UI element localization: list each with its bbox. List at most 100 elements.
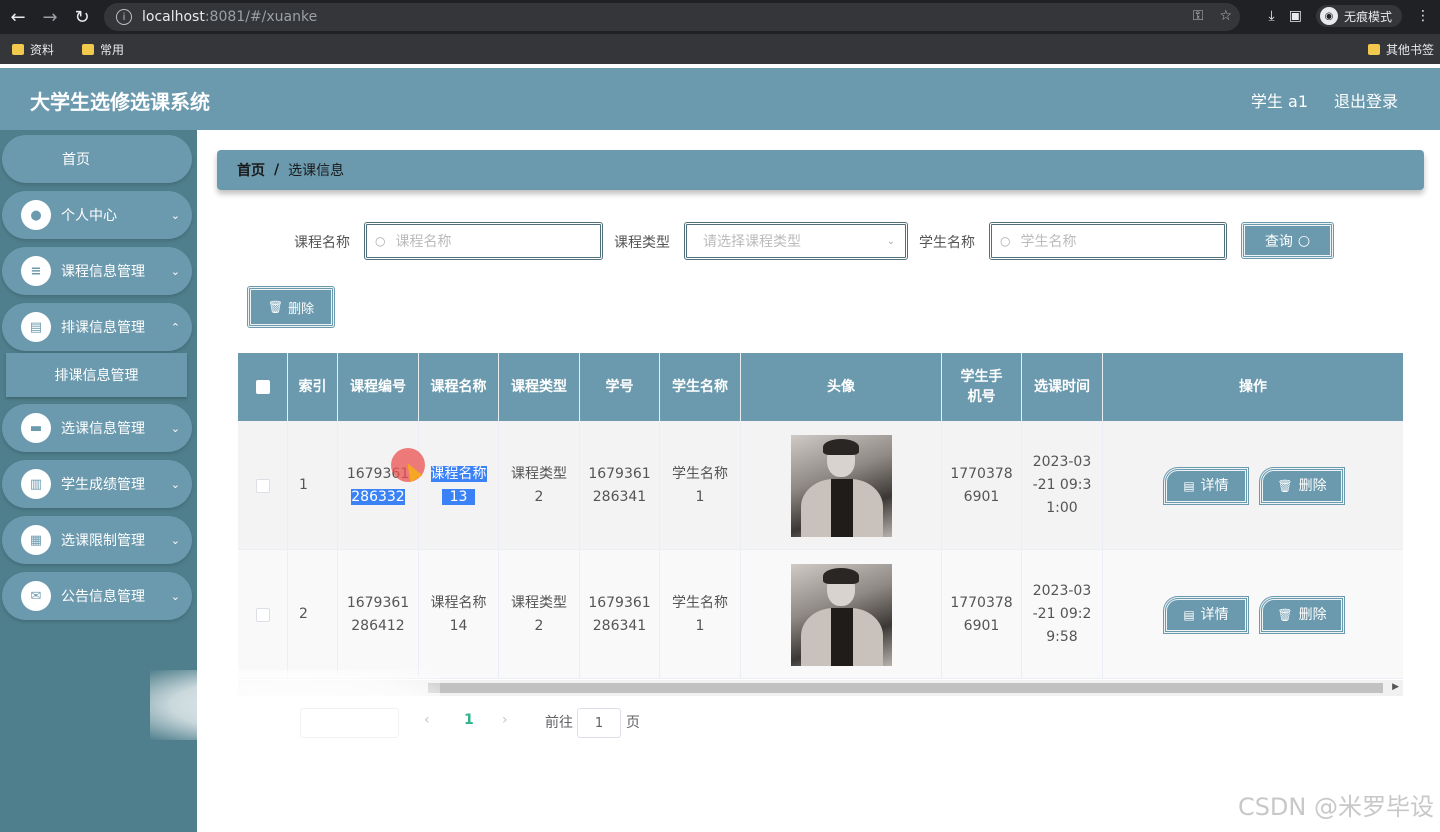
row-checkbox[interactable] [255,607,270,622]
col-course-type: 课程类型 [499,353,580,421]
prev-page-icon[interactable]: ‹ [424,712,430,728]
folder-icon [82,43,95,55]
logout-link[interactable]: 退出登录 [1334,88,1398,112]
folder-icon [1367,43,1380,55]
url-host: localhost [142,9,205,25]
url-path: :8081/#/xuanke [204,9,318,25]
cell-line: 286412 [351,617,405,634]
bookmarks-bar: 资料 常用 其他书签 [0,34,1440,64]
address-bar[interactable]: i localhost:8081/#/xuanke ⚿ ☆ [104,3,1240,31]
page-suffix: 页 [626,715,640,731]
query-button[interactable]: 查询 ○ [1241,222,1334,259]
col-actions: 操作 [1239,379,1267,395]
sidebar-item-home[interactable]: 首页 [2,135,192,183]
cell-student-name: 学生名称 1 [660,550,741,679]
cell-line: 14 [449,617,468,634]
chevron-down-icon: ⌄ [170,208,180,222]
bookmark-folder[interactable]: 常用 [82,41,124,58]
submenu-label: 排课信息管理 [54,368,139,384]
cell-line: 课程名称 [430,465,487,482]
cell-phone: 1770378 6901 [942,550,1022,679]
star-icon[interactable]: ☆ [1219,8,1232,24]
col-student-name: 学生名称 [660,353,741,421]
cell-line: 286341 [592,488,647,505]
bookmark-label: 常用 [100,42,125,57]
grid-icon: ▦ [21,525,51,555]
cell-index: 1 [288,421,338,550]
submenu-schedule-manage[interactable]: 排课信息管理 [6,353,187,397]
batch-delete-button[interactable]: 🗑 删除 [247,286,335,328]
key-icon[interactable]: ⚿ [1193,8,1204,24]
cell-line: 286332 [351,488,405,505]
site-info-icon[interactable]: i [116,9,132,25]
bookmark-label: 其他书签 [1385,42,1434,57]
bookmark-label: 资料 [30,42,55,57]
col-course-name: 课程名称 [419,353,499,421]
watermark: CSDN @米罗毕设 [1237,793,1434,821]
col-avatar: 头像 [741,353,942,421]
sidebar-item-profile[interactable]: ● 个人中心 ⌄ [2,191,192,239]
cell-line: 286341 [592,617,647,634]
sidebar-item-label: 选课信息管理 [61,421,145,437]
sidebar-item-label: 排课信息管理 [61,320,145,336]
menu-icon[interactable]: ⋮ [1416,8,1430,24]
sidebar-item-notice[interactable]: ✉ 公告信息管理 ⌄ [2,572,192,620]
cell-line: -21 09:3 [1032,477,1092,493]
cell-line: 1:00 [1046,500,1078,516]
row-checkbox[interactable] [255,478,270,493]
download-icon[interactable]: ⤓ [1269,8,1275,24]
reload-icon[interactable]: ↻ [68,3,96,31]
sidebar-item-schedule[interactable]: ▤ 排课信息管理 ⌃ [2,303,192,351]
sidebar-item-limits[interactable]: ▦ 选课限制管理 ⌄ [2,516,192,564]
other-bookmarks[interactable]: 其他书签 [1367,41,1434,58]
goto-page-input[interactable]: 1 [577,708,621,738]
scroll-right-icon[interactable]: ▶ [1392,682,1399,692]
chevron-down-icon: ⌄ [170,477,180,491]
back-icon[interactable]: ← [4,3,32,31]
delete-button[interactable]: 🗑 删除 [1259,596,1345,634]
sidebar-item-course-info[interactable]: ≡ 课程信息管理 ⌄ [2,247,192,295]
sidebar-item-grades[interactable]: ▥ 学生成绩管理 ⌄ [2,460,192,508]
search-icon: ○ [1000,234,1011,248]
table-header: 索引 课程编号 课程名称 课程类型 学号 学生名称 头像 学生手机号 选课时间 … [238,353,1403,421]
page-number[interactable]: 1 [464,712,474,728]
student-name-input[interactable]: ○ 学生名称 [989,222,1227,260]
detail-button[interactable]: ▤ 详情 [1163,467,1249,505]
incognito-icon: ◉ [1319,7,1338,25]
detail-button[interactable]: ▤ 详情 [1163,596,1249,634]
cell-line: -21 09:2 [1032,606,1092,622]
cell-course-name: 课程名称 14 [419,550,499,679]
next-page-icon[interactable]: › [502,712,508,728]
current-user: 学生 a1 [1250,92,1308,111]
cell-line: 学生名称 [672,465,728,482]
delete-button[interactable]: 🗑 删除 [1259,467,1345,505]
breadcrumb: 首页 / 选课信息 [217,150,1424,190]
sidepanel-icon[interactable]: ▣ [1289,8,1302,24]
cell-line: 2 [534,617,544,634]
student-name-placeholder: 学生名称 [1020,234,1077,250]
app-title: 大学生选修选课系统 [30,90,210,114]
detail-label: 详情 [1200,606,1229,623]
select-all-checkbox[interactable] [255,380,270,394]
incognito-badge[interactable]: ◉ 无痕模式 [1315,5,1402,27]
table-row: 2 1679361 286412 课程名称 14 课程类型 2 1679361 2863… [238,550,1403,679]
scrollbar-thumb[interactable] [428,683,1383,693]
col-time: 选课时间 [1022,353,1103,421]
ticket-icon: ✉ [21,581,51,611]
chat-icon: ▬ [21,413,51,443]
course-name-input[interactable]: ○ 课程名称 [364,222,603,260]
forward-icon[interactable]: → [36,3,64,31]
page-size-select[interactable] [300,708,399,738]
chevron-down-icon: ⌄ [170,264,180,278]
incognito-label: 无痕模式 [1343,9,1392,24]
sidebar-item-label: 学生成绩管理 [61,477,145,493]
breadcrumb-home[interactable]: 首页 [237,160,265,180]
course-type-placeholder: 请选择课程类型 [703,234,801,250]
sidebar-item-selection[interactable]: ▬ 选课信息管理 ⌄ [2,404,192,452]
cell-line: 9:58 [1046,629,1078,645]
col-phone: 学生手机号 [942,353,1022,421]
course-name-placeholder: 课程名称 [395,234,452,250]
detail-label: 详情 [1200,477,1229,494]
course-type-select[interactable]: 请选择课程类型 ⌄ [684,222,908,260]
bookmark-folder[interactable]: 资料 [12,41,54,58]
